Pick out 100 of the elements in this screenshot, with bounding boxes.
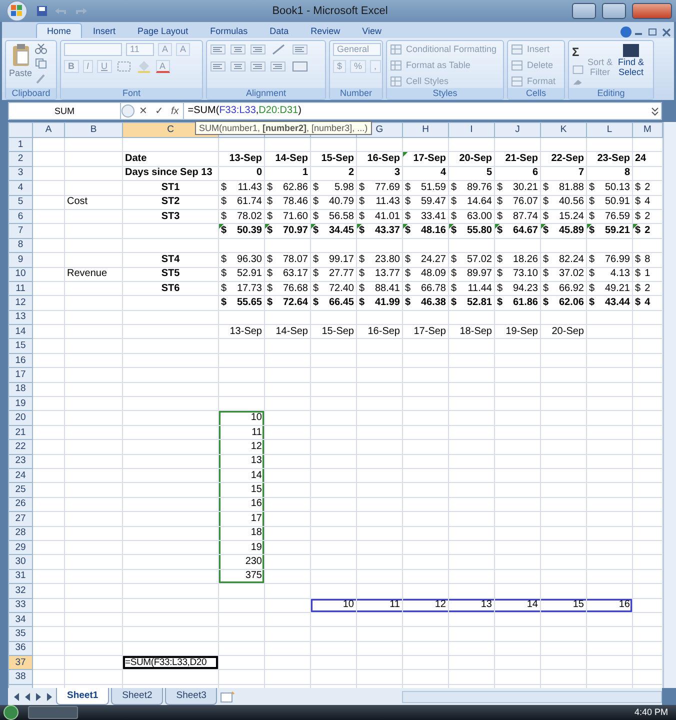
ribbon-tab[interactable]: Page Layout [126,23,200,38]
scissors-icon[interactable] [35,43,48,54]
row-header[interactable]: 33 [8,598,32,612]
vertical-scrollbar[interactable] [663,122,676,688]
ribbon-tab[interactable]: Formulas [199,23,259,38]
ribbon-tab[interactable]: View [351,23,392,38]
office-button[interactable] [4,0,30,22]
row-header[interactable]: 4 [8,180,32,196]
row-header[interactable]: 8 [8,238,32,253]
row-header[interactable]: 24 [8,468,32,483]
row-header[interactable]: 38 [8,670,32,684]
table-cell: 230 [218,554,264,570]
copy-icon[interactable] [35,58,48,69]
table-cell: 19-Sep [494,324,540,339]
row-header[interactable]: 25 [8,482,32,498]
sheet-tab[interactable]: Sheet2 [111,688,164,706]
row-header[interactable]: 5 [8,195,32,210]
table-cell: Revenue [64,267,122,282]
align-icon[interactable] [230,43,246,56]
row-header[interactable]: 10 [8,267,32,282]
align-icon[interactable] [250,43,266,56]
help-icon[interactable] [620,26,632,38]
column-header[interactable]: B [64,122,122,138]
row-header[interactable]: 29 [8,540,32,555]
row-header[interactable]: 14 [8,324,32,339]
minimize-button[interactable] [572,3,596,19]
align-icon[interactable] [250,60,266,73]
autosum-button[interactable]: Σ [572,43,584,61]
row-header[interactable]: 6 [8,209,32,224]
row-header[interactable]: 28 [8,526,32,540]
row-header[interactable]: 37 [8,656,32,670]
table-cell: 18 [218,526,264,540]
ribbon-tab[interactable]: Insert [82,23,127,38]
column-header[interactable]: J [494,122,540,138]
row-header[interactable]: 13 [8,310,32,325]
table-cell: 15 [218,482,264,498]
row-header[interactable]: 21 [8,425,32,440]
insert-function-button[interactable]: fx [167,104,183,118]
font-name-field[interactable] [64,43,122,56]
ribbon-tab[interactable]: Review [300,23,352,38]
row-header[interactable]: 7 [8,224,32,238]
row-header[interactable]: 34 [8,612,32,627]
insert-sheet-icon[interactable] [219,690,236,702]
sheet-tab[interactable]: Sheet1 [56,688,110,706]
ribbon-tab[interactable]: Data [258,23,300,38]
row-header[interactable]: 17 [8,368,32,382]
redo-icon[interactable] [74,6,88,16]
column-header[interactable]: L [586,122,632,138]
cancel-button[interactable]: ✕ [135,104,151,118]
row-header[interactable]: 9 [8,252,32,268]
save-icon[interactable] [36,5,48,17]
expand-icon[interactable] [649,105,661,117]
row-header[interactable]: 16 [8,353,32,368]
row-header[interactable]: 19 [8,396,32,411]
column-header[interactable]: M [632,122,662,138]
row-header[interactable]: 32 [8,584,32,598]
row-header[interactable]: 30 [8,554,32,570]
table-cell: $ 62.06 [540,296,586,310]
column-header[interactable]: K [540,122,586,138]
row-header[interactable]: 18 [8,382,32,397]
wrap-text-icon[interactable] [292,43,308,56]
row-header[interactable]: 22 [8,440,32,454]
row-header[interactable]: 12 [8,296,32,310]
row-header[interactable]: 27 [8,512,32,526]
row-header[interactable]: 11 [8,281,32,296]
undo-icon[interactable] [54,6,68,16]
horizontal-scrollbar[interactable] [402,690,662,702]
select-all-button[interactable] [8,122,32,138]
enter-button[interactable]: ✓ [151,104,167,118]
row-header[interactable]: 15 [8,338,32,354]
table-cell: $ 82.24 [540,252,586,268]
border-icon[interactable] [116,60,132,73]
column-header[interactable]: H [402,122,448,138]
sheet-tab[interactable]: Sheet3 [165,688,218,706]
group-label: Number [330,88,382,99]
table-cell: $ 5.98 [310,180,356,196]
column-header[interactable]: I [448,122,494,138]
row-header[interactable]: 20 [8,410,32,426]
align-icon[interactable] [210,43,226,56]
column-header[interactable]: A [32,122,64,138]
row-header[interactable]: 1 [8,138,32,152]
row-header[interactable]: 26 [8,497,32,512]
align-icon[interactable] [210,60,226,73]
table-cell: 17-Sep [402,152,448,166]
table-cell: $ 34.45 [310,224,356,238]
maximize-button[interactable] [602,3,626,19]
row-header[interactable]: 36 [8,641,32,656]
taskbar-button[interactable] [28,706,78,719]
row-header[interactable]: 35 [8,626,32,642]
row-header[interactable]: 23 [8,454,32,468]
align-icon[interactable] [230,60,246,73]
formula-field[interactable]: =SUM(F33:L33,D20:D31) [182,103,649,119]
table-cell: $ 72.40 [310,281,356,296]
ribbon-tab[interactable]: Home [36,23,82,38]
row-header[interactable]: 3 [8,166,32,181]
indent-icon[interactable] [270,60,288,73]
row-header[interactable]: 2 [8,152,32,166]
row-header[interactable]: 31 [8,569,32,584]
name-box[interactable]: SUM [9,103,121,119]
close-button[interactable] [632,3,672,19]
